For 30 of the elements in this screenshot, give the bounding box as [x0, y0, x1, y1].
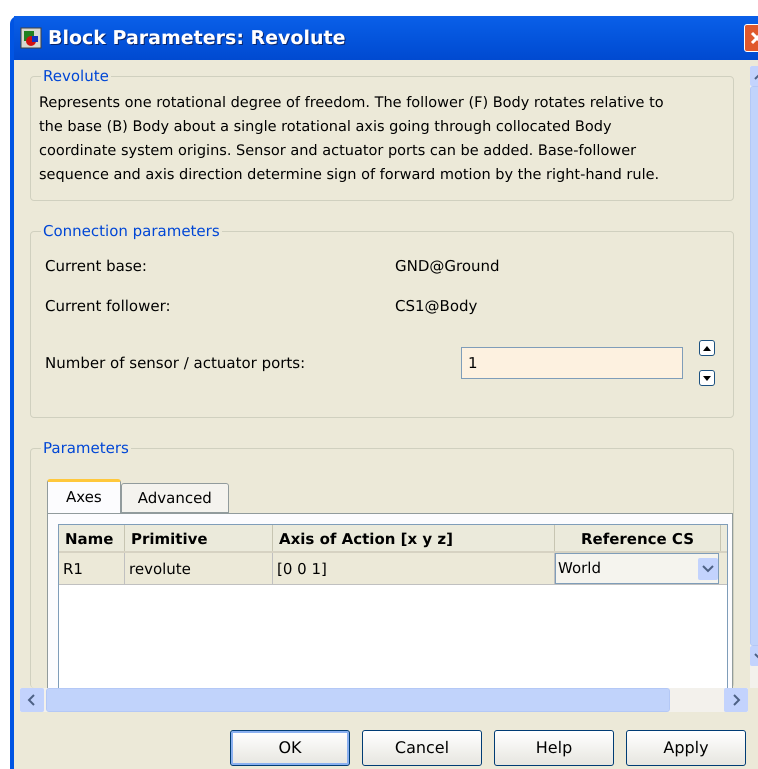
tab[interactable]: Axes: [47, 479, 121, 513]
group-title: Connection parameters: [41, 222, 222, 240]
tab[interactable]: Advanced: [120, 483, 229, 513]
table-cell: revolute: [125, 553, 273, 584]
spin-down-button[interactable]: [699, 370, 715, 386]
field-value: CS1@Body: [395, 296, 478, 317]
reference-dropdown[interactable]: World: [555, 553, 719, 584]
block-app-icon: [20, 27, 42, 49]
dialog-button[interactable]: Help: [494, 730, 614, 766]
dialog-button[interactable]: Cancel: [362, 730, 482, 766]
field-value: GND@Ground: [395, 256, 500, 277]
up-triangle-icon: [703, 346, 711, 351]
table-cell: R1: [59, 553, 125, 584]
dialog-button[interactable]: Apply: [626, 730, 746, 766]
ports-input-field[interactable]: 1: [461, 347, 683, 380]
field-label: Number of sensor / actuator ports:: [45, 352, 306, 374]
spin-up-button[interactable]: [699, 340, 715, 356]
dialog-button[interactable]: OK: [230, 730, 350, 766]
field-label: Current base:: [45, 256, 148, 277]
description-text: Represents one rotational degree of freedom. The follower (F) Body rotates relative to the base (B) Body about a single rotational axis going through collocated Body coordinate system origins. Sensor and actuator ports can be added. Base-follower sequence and axis direction determine sign of forward motion by the right-hand rule.: [39, 94, 665, 185]
field-label: Current follower:: [45, 296, 172, 317]
chevron-down-icon: [698, 558, 718, 580]
down-triangle-icon: [703, 376, 711, 381]
column-header: Name: [59, 525, 125, 551]
window-title: Block Parameters: Revolute: [48, 26, 346, 51]
scroll-right-icon: [724, 688, 748, 712]
column-header: Primitive: [125, 525, 273, 551]
column-header: Reference CS: [555, 525, 721, 551]
column-header: Axis of Action [x y z]: [273, 525, 555, 551]
scroll-left-icon: [20, 688, 44, 712]
